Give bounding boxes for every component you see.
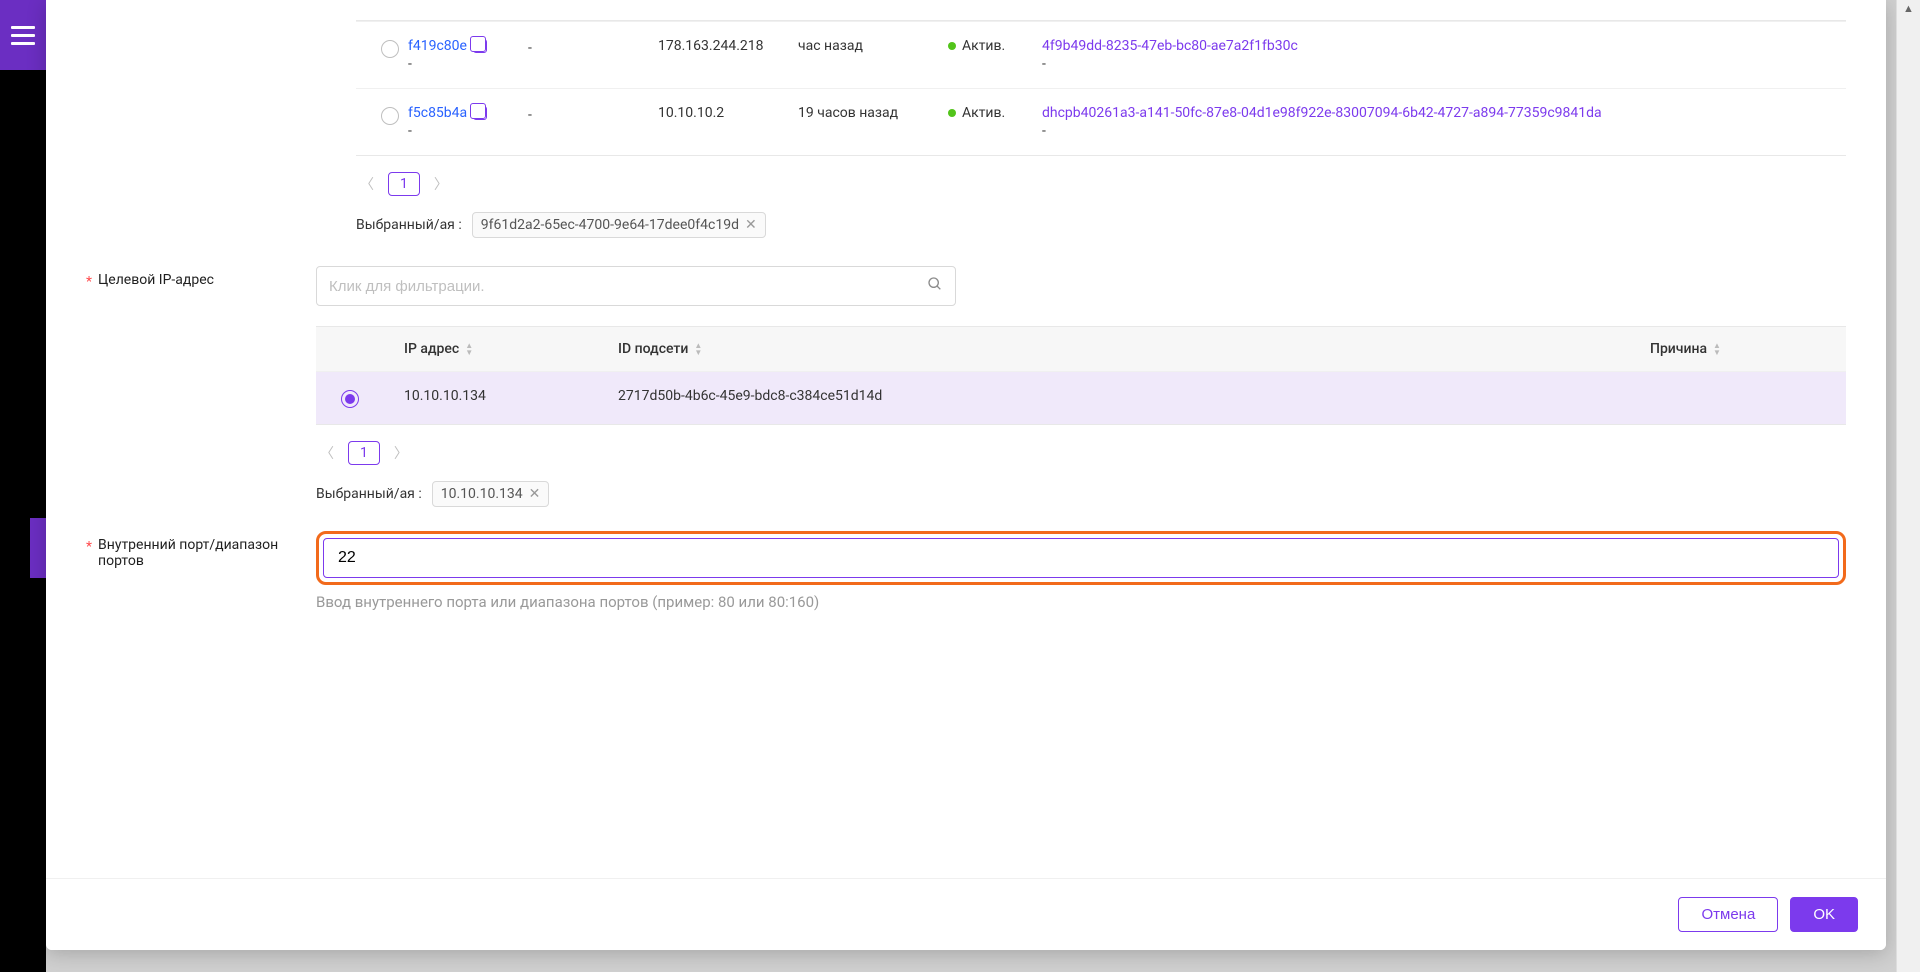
page-prev[interactable]: 〈 xyxy=(316,439,338,467)
hosts-section: f419c80e - - 178.163.244.218 час назад А… xyxy=(356,20,1846,238)
window-scrollbar[interactable]: ▲ xyxy=(1896,0,1920,972)
radio-unchecked[interactable] xyxy=(381,107,399,125)
app-sidebar xyxy=(0,0,46,972)
host-id-link[interactable]: f419c80e xyxy=(408,38,487,54)
selected-host-row: Выбранный/ая : 9f61d2a2-65ec-4700-9e64-1… xyxy=(356,212,1846,238)
modal-footer: Отмена OK xyxy=(46,878,1886,950)
sort-icon[interactable]: ▲▼ xyxy=(694,342,702,356)
selected-ip-row: Выбранный/ая : 10.10.10.134 ✕ xyxy=(316,481,1846,507)
tag-remove-icon[interactable]: ✕ xyxy=(745,217,757,233)
host-id: f5c85b4a xyxy=(408,105,467,121)
ok-button[interactable]: OK xyxy=(1790,897,1858,932)
selected-label: Выбранный/ая : xyxy=(316,486,422,502)
table-row[interactable]: f5c85b4a - - 10.10.10.2 19 часов назад А… xyxy=(356,88,1846,155)
modal-dialog: f419c80e - - 178.163.244.218 час назад А… xyxy=(46,0,1886,950)
cell-dash: - xyxy=(528,40,658,56)
status-dot-icon xyxy=(948,109,956,117)
subnet-header[interactable]: ID подсети xyxy=(618,341,688,357)
target-ip-label: * Целевой IP-адрес xyxy=(86,266,316,290)
cidr-link[interactable]: 4f9b49dd-8235-47eb-bc80-ae7a2f1fb30c xyxy=(1042,38,1830,54)
cidr-link[interactable]: dhcpb40261a3-a141-50fc-87e8-04d1e98f922e… xyxy=(1042,105,1830,121)
selected-ip-value: 10.10.10.134 xyxy=(441,486,523,502)
selected-ip-tag: 10.10.10.134 ✕ xyxy=(432,481,550,507)
table-row[interactable]: f419c80e - - 178.163.244.218 час назад А… xyxy=(356,21,1846,88)
host-id: f419c80e xyxy=(408,38,467,54)
target-ip-row: * Целевой IP-адрес IP адрес ▲▼ xyxy=(86,266,1846,507)
ip-header[interactable]: IP адрес xyxy=(404,341,459,357)
cell-time: 19 часов назад xyxy=(798,105,948,121)
status-dot-icon xyxy=(948,42,956,50)
port-label: * Внутренний порт/диапазон портов xyxy=(86,531,316,569)
copy-icon[interactable] xyxy=(473,39,487,53)
cidr-sub: - xyxy=(1042,56,1830,72)
cell-ip: 178.163.244.218 xyxy=(658,38,798,54)
selected-host-tag: 9f61d2a2-65ec-4700-9e64-17dee0f4c19d ✕ xyxy=(472,212,766,238)
cell-dash: - xyxy=(528,107,658,123)
radio-unchecked[interactable] xyxy=(381,40,399,58)
cell-ip: 10.10.10.2 xyxy=(658,105,798,121)
page-next[interactable]: 〉 xyxy=(390,439,412,467)
ip-table: IP адрес ▲▼ ID подсети ▲▼ Причина ▲▼ xyxy=(316,326,1846,425)
filter-input[interactable] xyxy=(329,278,927,295)
scroll-up-icon[interactable]: ▲ xyxy=(1897,2,1920,15)
page-next[interactable]: 〉 xyxy=(430,170,452,198)
required-icon: * xyxy=(86,539,92,555)
table-row[interactable]: 10.10.10.134 2717d50b-4b6c-45e9-bdc8-c38… xyxy=(316,371,1846,424)
search-icon[interactable] xyxy=(927,276,943,296)
filter-input-wrap[interactable] xyxy=(316,266,956,306)
required-icon: * xyxy=(86,274,92,290)
cell-ip: 10.10.10.134 xyxy=(368,388,618,404)
port-input-highlight xyxy=(316,531,1846,585)
port-helper-text: Ввод внутреннего порта или диапазона пор… xyxy=(316,593,1846,611)
port-label-text: Внутренний порт/диапазон портов xyxy=(98,537,296,569)
target-ip-text: Целевой IP-адрес xyxy=(98,272,214,288)
reason-header[interactable]: Причина xyxy=(1650,341,1707,357)
cell-subnet: 2717d50b-4b6c-45e9-bdc8-c384ce51d14d xyxy=(618,388,1650,404)
copy-icon[interactable] xyxy=(473,106,487,120)
sort-icon[interactable]: ▲▼ xyxy=(1713,342,1721,356)
cell-status: Актив. xyxy=(962,38,1005,54)
hosts-table: f419c80e - - 178.163.244.218 час назад А… xyxy=(356,20,1846,156)
ip-pagination: 〈 1 〉 xyxy=(316,439,1846,467)
cidr-sub: - xyxy=(1042,123,1830,139)
port-input[interactable] xyxy=(323,538,1839,578)
radio-checked[interactable] xyxy=(341,390,359,408)
host-sub: - xyxy=(408,123,528,139)
sidebar-active-marker xyxy=(30,518,46,578)
tag-remove-icon[interactable]: ✕ xyxy=(529,486,541,502)
host-id-link[interactable]: f5c85b4a xyxy=(408,105,487,121)
page-number[interactable]: 1 xyxy=(348,441,380,465)
selected-host-value: 9f61d2a2-65ec-4700-9e64-17dee0f4c19d xyxy=(481,217,739,233)
modal-body: f419c80e - - 178.163.244.218 час назад А… xyxy=(46,0,1886,950)
cancel-button[interactable]: Отмена xyxy=(1678,897,1778,932)
selected-label: Выбранный/ая : xyxy=(356,217,462,233)
cell-status: Актив. xyxy=(962,105,1005,121)
sort-icon[interactable]: ▲▼ xyxy=(465,342,473,356)
host-sub: - xyxy=(408,56,528,72)
hosts-pagination: 〈 1 〉 xyxy=(356,170,1846,198)
port-row: * Внутренний порт/диапазон портов Ввод в… xyxy=(86,531,1846,611)
page-prev[interactable]: 〈 xyxy=(356,170,378,198)
ip-table-head: IP адрес ▲▼ ID подсети ▲▼ Причина ▲▼ xyxy=(316,327,1846,371)
hamburger-button[interactable] xyxy=(0,0,46,70)
page-number[interactable]: 1 xyxy=(388,172,420,196)
hamburger-icon xyxy=(11,26,35,45)
cell-time: час назад xyxy=(798,38,948,54)
